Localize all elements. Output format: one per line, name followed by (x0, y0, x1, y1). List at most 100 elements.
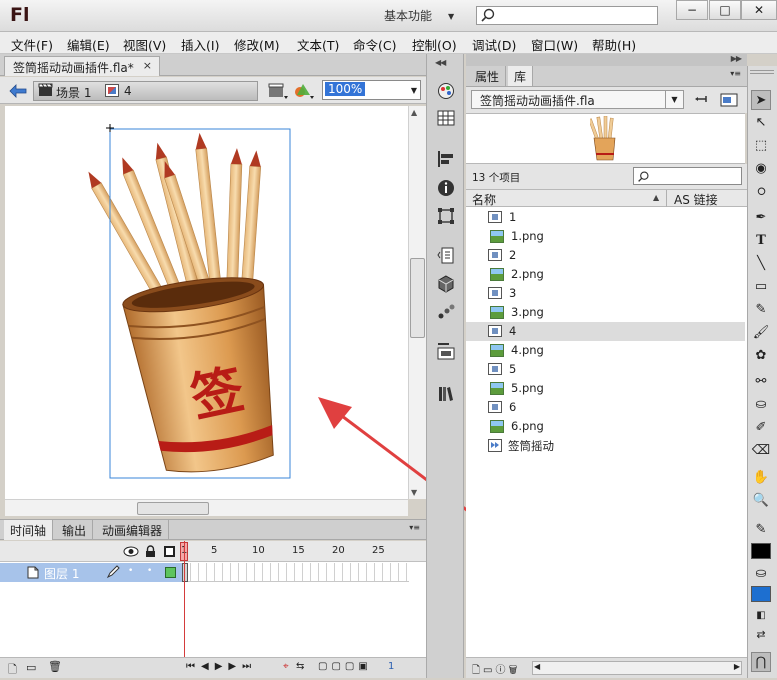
scene-panel-icon[interactable] (437, 343, 455, 361)
tab-library[interactable]: 库 (508, 66, 534, 86)
library-item[interactable]: 5 (466, 360, 745, 379)
panel-menu-icon[interactable]: ▾≡ (730, 69, 741, 78)
center-frame-icon[interactable]: ⌖ (283, 661, 289, 672)
frame-track[interactable] (183, 563, 409, 582)
new-library-panel-icon[interactable] (720, 92, 738, 107)
tab-properties[interactable]: 属性 (469, 66, 507, 86)
fill-color-swatch[interactable] (751, 586, 771, 602)
menu-window[interactable]: 窗口(W) (531, 35, 578, 54)
menu-control[interactable]: 控制(O) (412, 35, 457, 54)
menu-debug[interactable]: 调试(D) (472, 35, 516, 54)
panel-menu-icon[interactable]: ▾≡ (409, 523, 420, 532)
bone-tool-icon[interactable]: ⚯ (751, 372, 771, 392)
stroke-color-icon[interactable]: ✎ (751, 520, 771, 540)
library-item[interactable]: 3 (466, 284, 745, 303)
info-icon[interactable] (437, 179, 455, 197)
new-folder-icon[interactable]: ▭ (26, 661, 36, 674)
align-icon[interactable] (437, 150, 455, 168)
sort-icon[interactable]: ▲ (653, 193, 659, 202)
layer-lock-dot[interactable]: • (147, 566, 152, 576)
close-icon[interactable]: × (143, 59, 152, 72)
black-white-icon[interactable]: ◧ (751, 606, 771, 626)
eyedropper-tool-icon[interactable]: ✐ (751, 418, 771, 438)
keyframe[interactable] (182, 563, 188, 582)
library-item[interactable]: 5.png (466, 379, 745, 398)
layer-row[interactable]: 图层 1 • • (0, 563, 183, 582)
tab-output[interactable]: 输出 (56, 520, 94, 540)
hand-tool-icon[interactable]: ✋ (751, 468, 771, 488)
menu-edit[interactable]: 编辑(E) (67, 35, 110, 54)
menu-modify[interactable]: 修改(M) (234, 35, 280, 54)
help-search-input[interactable] (476, 6, 658, 25)
chevron-down-icon[interactable]: ▼ (411, 86, 417, 95)
trash-icon[interactable]: 🗑 (48, 660, 62, 673)
close-button[interactable]: ✕ (741, 0, 777, 20)
symbol-label[interactable]: 4 (124, 84, 132, 98)
outline-icon[interactable] (164, 546, 175, 557)
layer-outline-color[interactable] (165, 567, 176, 578)
transform-icon[interactable] (437, 207, 455, 225)
library-item[interactable]: 4.png (466, 341, 745, 360)
library-item[interactable]: 2.png (466, 265, 745, 284)
brush-tool-icon[interactable]: 🖌 (751, 323, 771, 343)
back-arrow-icon[interactable] (9, 84, 27, 98)
eye-icon[interactable] (123, 546, 139, 557)
library-search-input[interactable] (633, 167, 742, 185)
code-snippets-icon[interactable] (437, 247, 455, 265)
stroke-color-swatch[interactable] (751, 543, 771, 559)
line-tool-icon[interactable]: ╲ (751, 254, 771, 274)
library-item[interactable]: 6 (466, 398, 745, 417)
menu-insert[interactable]: 插入(I) (181, 35, 219, 54)
components-icon[interactable] (437, 275, 455, 293)
new-layer-icon[interactable]: 🗋 (8, 661, 17, 680)
rectangle-tool-icon[interactable]: ▭ (751, 277, 771, 297)
library-actions[interactable]: 🗋▭ⓘ🗑 (472, 661, 521, 680)
swap-colors-icon[interactable]: ⇄ (751, 625, 771, 645)
chevron-down-icon[interactable]: ▼ (448, 12, 454, 21)
lasso-tool-icon[interactable]: ഠ (751, 182, 771, 202)
selection-tool-icon[interactable]: ➤ (751, 90, 771, 110)
pin-icon[interactable] (694, 92, 710, 107)
motion-presets-icon[interactable] (437, 303, 455, 321)
menu-commands[interactable]: 命令(C) (353, 35, 396, 54)
library-hscroll[interactable]: ◀ ▶ (532, 661, 742, 675)
edit-scene-icon[interactable] (268, 82, 290, 100)
text-tool-icon[interactable]: T (751, 231, 771, 251)
menu-help[interactable]: 帮助(H) (592, 35, 636, 54)
3d-rotation-tool-icon[interactable]: ◉ (751, 159, 771, 179)
tab-timeline[interactable]: 时间轴 (4, 520, 54, 540)
swatches-icon[interactable] (437, 109, 455, 127)
menu-file[interactable]: 文件(F) (11, 35, 53, 54)
paint-bucket-tool-icon[interactable]: ⛀ (751, 395, 771, 415)
library-item-selected[interactable]: 4 (466, 322, 745, 341)
subselection-tool-icon[interactable]: ↖ (751, 113, 771, 133)
column-name[interactable]: 名称 (472, 191, 496, 208)
scene-label[interactable]: 场景 1 (56, 84, 91, 101)
library-item[interactable]: 6.png (466, 417, 745, 436)
chevron-down-icon[interactable]: ▼ (665, 91, 683, 108)
document-tab[interactable]: 签筒摇动动画插件.fla* × (4, 56, 160, 76)
maximize-button[interactable]: □ (709, 0, 741, 20)
deco-tool-icon[interactable]: ✿ (751, 346, 771, 366)
menu-view[interactable]: 视图(V) (123, 35, 166, 54)
layer-name[interactable]: 图层 1 (44, 565, 79, 582)
playhead[interactable] (184, 541, 185, 658)
library-item[interactable]: 签筒摇动 (466, 436, 745, 455)
lock-icon[interactable] (145, 545, 156, 558)
playback-controls[interactable]: ⏮◀▶▶⏭ (186, 661, 257, 672)
layer-visible-dot[interactable]: • (128, 566, 133, 576)
edit-symbols-icon[interactable] (294, 82, 316, 100)
free-transform-tool-icon[interactable]: ⬚ (751, 136, 771, 156)
library-item[interactable]: 1 (466, 208, 745, 227)
eraser-tool-icon[interactable]: ⌫ (751, 441, 771, 461)
library-item[interactable]: 1.png (466, 227, 745, 246)
library-item[interactable]: 2 (466, 246, 745, 265)
library-icon[interactable] (437, 385, 455, 403)
pencil-tool-icon[interactable]: ✎ (751, 300, 771, 320)
pen-tool-icon[interactable]: ✒ (751, 208, 771, 228)
loop-icon[interactable]: ⇆ (296, 661, 304, 672)
onion-skin-icons[interactable]: ▢▢▢▣ (318, 661, 372, 672)
tab-motion-editor[interactable]: 动画编辑器 (96, 520, 170, 540)
column-as-linkage[interactable]: AS 链接 (674, 191, 718, 208)
fill-color-icon[interactable]: ⛀ (751, 564, 771, 584)
